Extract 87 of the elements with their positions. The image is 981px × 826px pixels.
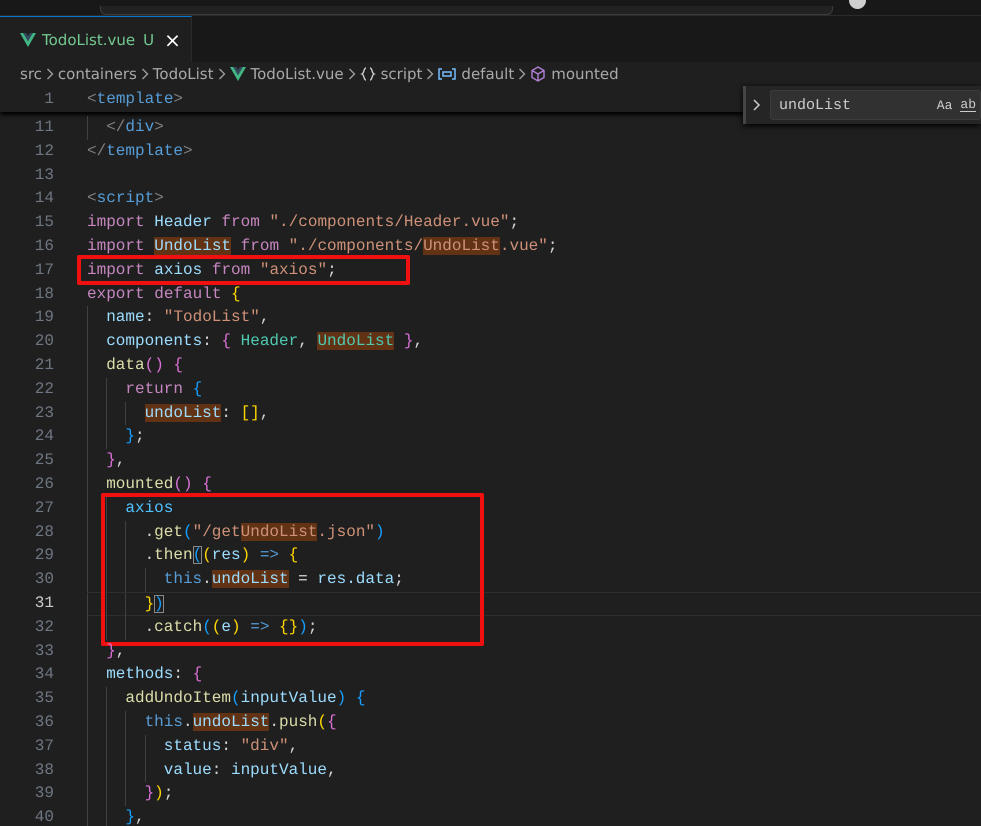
line-number: 19 <box>34 307 54 328</box>
code-line: import UndoList from "./components/UndoList.vue"; <box>87 236 558 257</box>
line-number: 14 <box>34 188 54 210</box>
vue-icon <box>230 67 246 81</box>
code-line: mounted() { <box>87 472 212 497</box>
line-number: 27 <box>34 498 54 519</box>
code-line: addUndoItem(inputValue) { <box>87 687 366 711</box>
code-line: }); <box>87 782 174 806</box>
breadcrumb-item[interactable]: mounted <box>551 65 619 83</box>
line-number: 33 <box>34 640 54 662</box>
code-line: export default { <box>87 284 241 305</box>
line-number: 20 <box>34 331 54 352</box>
find-option[interactable]: Aa <box>936 98 952 112</box>
code-line: .then((res) => { <box>87 544 298 568</box>
vue-icon <box>20 32 36 46</box>
code-line: import axios from "axios"; <box>87 260 337 281</box>
line-number: 31 <box>34 592 54 614</box>
code-line: }, <box>87 806 145 826</box>
line-number: 1 <box>43 89 54 110</box>
line-number: 30 <box>34 569 54 590</box>
breadcrumb-item[interactable]: src <box>20 65 42 83</box>
chevron-icon <box>140 68 149 80</box>
code-line: <script> <box>87 188 164 210</box>
code-line: </template> <box>87 140 193 162</box>
line-number: 21 <box>34 354 54 376</box>
line-number: 37 <box>34 736 54 757</box>
line-number: 15 <box>34 212 54 234</box>
chevron-icon <box>348 68 356 80</box>
line-number: 34 <box>34 664 54 686</box>
line-number: 38 <box>34 760 54 781</box>
line-number: 16 <box>34 236 54 257</box>
line-number: 28 <box>34 522 54 543</box>
code-line: import Header from "./components/Header.vue"; <box>87 212 520 234</box>
code-line: status: "div", <box>87 734 298 759</box>
cube-icon <box>530 66 546 82</box>
breadcrumb-item[interactable]: TodoList <box>152 65 214 83</box>
close-icon[interactable]: × <box>164 28 181 52</box>
line-number: 36 <box>34 712 54 733</box>
line-number: 39 <box>34 783 54 804</box>
code-line: undoList: [], <box>87 402 270 426</box>
code-line: return { <box>87 378 202 402</box>
line-number: 23 <box>34 402 54 424</box>
code-line: value: inputValue, <box>87 758 337 782</box>
line-number: 35 <box>34 688 54 710</box>
line-number: 13 <box>34 164 54 186</box>
find-option[interactable]: ab <box>960 98 976 112</box>
breadcrumb-item[interactable]: TodoList.vue <box>250 65 344 83</box>
code-line: this.undoList.push({ <box>87 710 337 735</box>
line-number: 40 <box>34 807 54 826</box>
line-number: 26 <box>34 474 54 495</box>
code-line: name: "TodoList", <box>87 306 270 330</box>
code-line: this.undoList = res.data; <box>87 568 404 592</box>
breadcrumb-item[interactable]: script <box>380 65 422 83</box>
chevron-icon <box>518 68 526 80</box>
chevron-icon <box>218 68 226 80</box>
chevron-icon <box>46 68 54 80</box>
code-line: .catch((e) => {}); <box>87 616 318 640</box>
find-input[interactable]: undoList Aa ab <box>770 90 981 120</box>
line-number: 22 <box>34 378 54 400</box>
line-number: 25 <box>34 450 54 472</box>
line-number: 32 <box>34 616 54 638</box>
code-line: }) <box>87 592 164 615</box>
line-number: 11 <box>34 117 54 138</box>
code-line: components: { Header, UndoList }, <box>87 330 424 354</box>
sticky-scroll-line[interactable]: 1 <template> <box>0 86 184 112</box>
line-number: 12 <box>34 140 54 162</box>
line-number: 17 <box>34 260 54 281</box>
code-line: methods: { <box>87 663 202 688</box>
breadcrumb-item[interactable]: default <box>461 65 514 83</box>
code-line: }, <box>87 640 126 664</box>
line-number: 24 <box>34 426 54 448</box>
code-line: <template> <box>87 89 184 110</box>
breadcrumb-item[interactable]: containers <box>58 65 137 83</box>
line-number: 18 <box>34 284 54 305</box>
status-label: U <box>143 30 154 48</box>
variable-icon <box>438 67 456 81</box>
code-line: data() { <box>87 354 183 378</box>
chevron-icon <box>426 68 434 80</box>
code-line: }, <box>87 449 126 473</box>
code-line: .get("/getUndoList.json") <box>87 520 385 544</box>
code-line: axios <box>87 496 174 521</box>
code-line: }; <box>87 425 145 450</box>
code-line: </div> <box>87 116 164 140</box>
tab-label: TodoList.vue <box>42 30 136 48</box>
braces-icon <box>360 66 376 82</box>
line-number: 29 <box>34 545 54 566</box>
editor-tab[interactable]: TodoList.vue U × <box>0 16 192 62</box>
